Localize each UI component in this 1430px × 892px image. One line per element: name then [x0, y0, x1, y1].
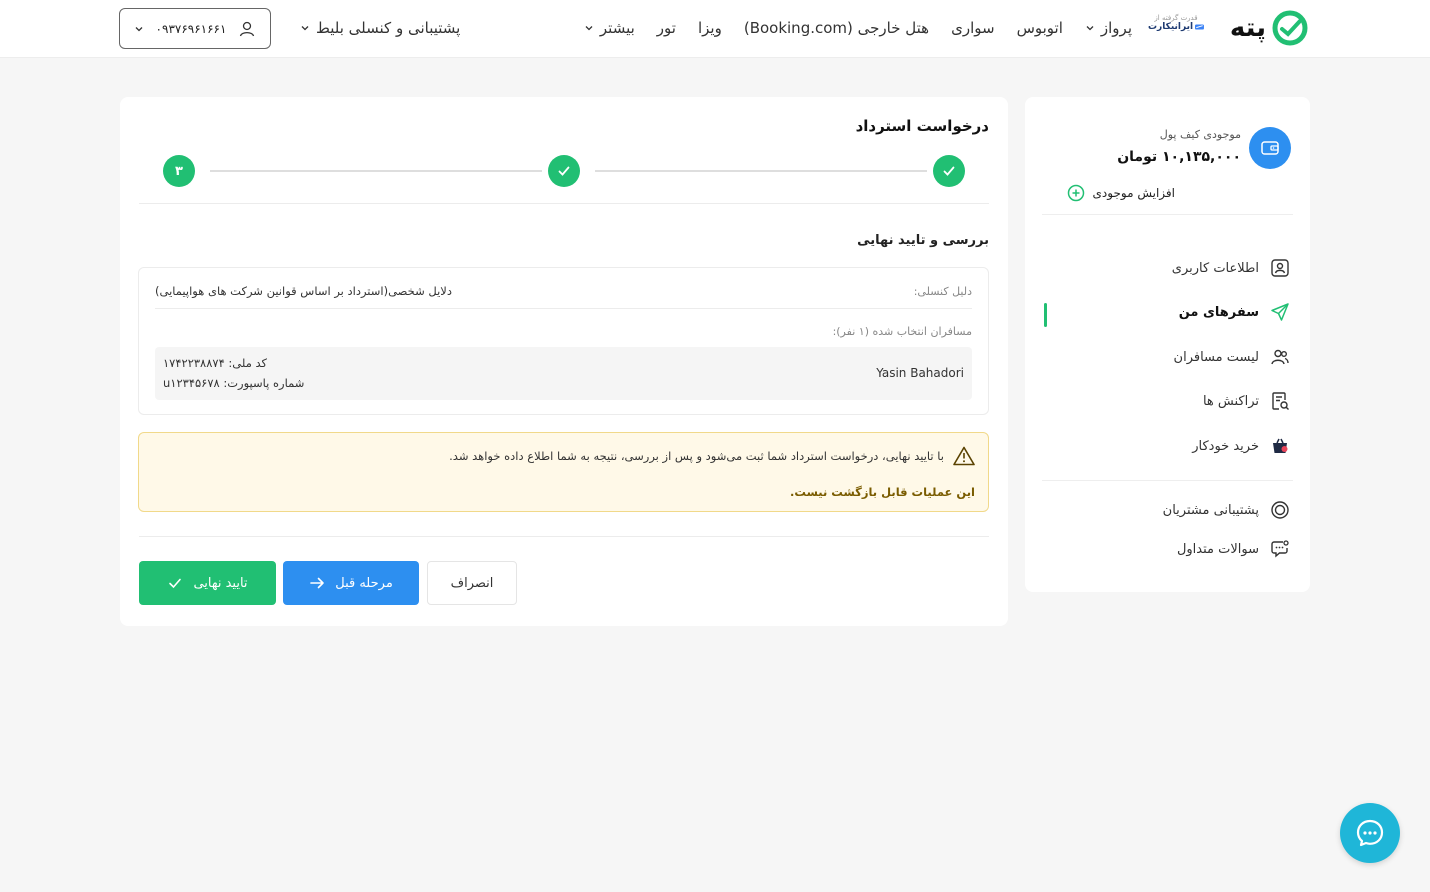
step-2 [548, 155, 580, 187]
partner-badge: قدرت گرفته از ایرانیکارت [1148, 14, 1204, 32]
chevron-down-icon [1086, 26, 1094, 31]
logo-text: پته [1229, 13, 1267, 43]
nav-visa[interactable]: ویزا [698, 19, 722, 37]
support-icon [1269, 499, 1291, 521]
nav-tour[interactable]: تور [657, 19, 676, 37]
partner-name: ایرانیکارت [1148, 22, 1204, 32]
inner-divider [155, 308, 972, 309]
arrow-right-icon [310, 577, 325, 589]
auto-buy-icon [1269, 435, 1291, 457]
sidebar-item-faq[interactable]: سوالات متداول [1041, 534, 1291, 564]
nav-car[interactable]: سواری [951, 19, 994, 37]
chat-icon [1356, 819, 1384, 847]
sidebar-divider [1042, 214, 1293, 215]
warning-icon [953, 446, 975, 466]
section-title: بررسی و تایید نهایی [857, 233, 989, 248]
passenger-card: Yasin Bahadori کد ملی: ۱۷۴۲۲۳۸۸۷۴ شماره … [155, 347, 972, 400]
cancel-button[interactable]: انصراف [427, 561, 517, 605]
wallet-balance: ۱۰,۱۳۵,۰۰۰ تومان [1117, 149, 1241, 165]
step-connector [595, 170, 927, 172]
check-icon [169, 578, 182, 589]
warning-note: این عملیات قابل بازگشت نیست. [790, 485, 975, 499]
nav-support[interactable]: پشتیبانی و کنسلی بلیط [300, 0, 460, 56]
chat-support-button[interactable] [1340, 803, 1400, 863]
partner-logo-icon [1195, 24, 1204, 30]
confirm-button[interactable]: تایید نهایی [139, 561, 276, 605]
logo-icon [1272, 10, 1308, 46]
passenger-passport: شماره پاسپورت: u۱۲۳۴۵۶۷۸ [163, 376, 305, 390]
reason-label: دلیل کنسلی: [913, 285, 972, 298]
sidebar-item-my-trips[interactable]: سفرهای من [1041, 297, 1291, 327]
add-balance-button[interactable]: افزایش موجودی [1067, 184, 1175, 202]
active-indicator [1044, 303, 1047, 327]
chevron-down-icon [301, 26, 309, 31]
refund-request-panel: درخواست استرداد ۳ بررسی و تایید نهایی دل… [120, 97, 1008, 626]
sidebar-item-profile[interactable]: اطلاعات کاربری [1041, 253, 1291, 283]
receipt-search-icon [1269, 390, 1291, 412]
step-connector [210, 170, 542, 172]
wallet-label: موجودی کیف پول [1159, 128, 1241, 141]
user-account-button[interactable]: ۰۹۳۷۶۹۶۱۶۶۱ [119, 8, 271, 49]
nav-flight[interactable]: پرواز [1085, 19, 1132, 37]
user-icon [239, 21, 255, 36]
passenger-national-id: کد ملی: ۱۷۴۲۲۳۸۸۷۴ [163, 356, 268, 370]
nav-hotel[interactable]: هتل خارجی (Booking.com) [744, 19, 929, 37]
reason-value: دلایل شخصی(استرداد بر اساس قوانین شرکت ه… [155, 284, 452, 298]
nav-more[interactable]: بیشتر [584, 19, 635, 37]
profile-sidebar: موجودی کیف پول ۱۰,۱۳۵,۰۰۰ تومان افزایش م… [1025, 97, 1310, 592]
plus-circle-icon [1067, 184, 1084, 202]
user-phone: ۰۹۳۷۶۹۶۱۶۶۱ [155, 21, 227, 36]
passengers-label: مسافران انتخاب شده (۱ نفر): [832, 325, 972, 338]
chevron-down-icon [135, 26, 143, 31]
sidebar-item-passengers[interactable]: لیست مسافران [1041, 342, 1291, 372]
faq-chat-icon [1269, 538, 1291, 560]
step-3: ۳ [163, 155, 195, 187]
check-icon [558, 166, 570, 176]
user-id-icon [1269, 257, 1291, 279]
warning-box: با تایید نهایی، درخواست استرداد شما ثبت … [138, 432, 989, 512]
sidebar-divider [1042, 480, 1293, 481]
warning-text: با تایید نهایی، درخواست استرداد شما ثبت … [449, 449, 944, 463]
actions-divider [139, 536, 989, 537]
page-title: درخواست استرداد [855, 117, 989, 135]
review-summary-box: دلیل کنسلی: دلایل شخصی(استرداد بر اساس ق… [138, 267, 989, 415]
passenger-name: Yasin Bahadori [876, 366, 964, 380]
logo[interactable]: پته [1230, 10, 1310, 46]
top-header: پته قدرت گرفته از ایرانیکارت پرواز اتوبو… [0, 0, 1430, 58]
chevron-down-icon [585, 26, 593, 31]
step-1 [933, 155, 965, 187]
sidebar-item-auto-buy[interactable]: خرید خودکار [1041, 431, 1291, 461]
nav-bus[interactable]: اتوبوس [1017, 19, 1063, 37]
paper-plane-icon [1269, 301, 1291, 323]
section-divider [139, 203, 989, 204]
previous-step-button[interactable]: مرحله قبل [283, 561, 419, 605]
main-nav: پرواز اتوبوس سواری هتل خارجی (Booking.co… [584, 0, 1132, 56]
sidebar-item-transactions[interactable]: تراکنش ها [1041, 386, 1291, 416]
wallet-icon [1249, 127, 1291, 169]
users-icon [1269, 346, 1291, 368]
check-icon [943, 166, 955, 176]
partner-sub: قدرت گرفته از [1154, 14, 1198, 22]
sidebar-item-support[interactable]: پشتیبانی مشتریان [1041, 495, 1291, 525]
